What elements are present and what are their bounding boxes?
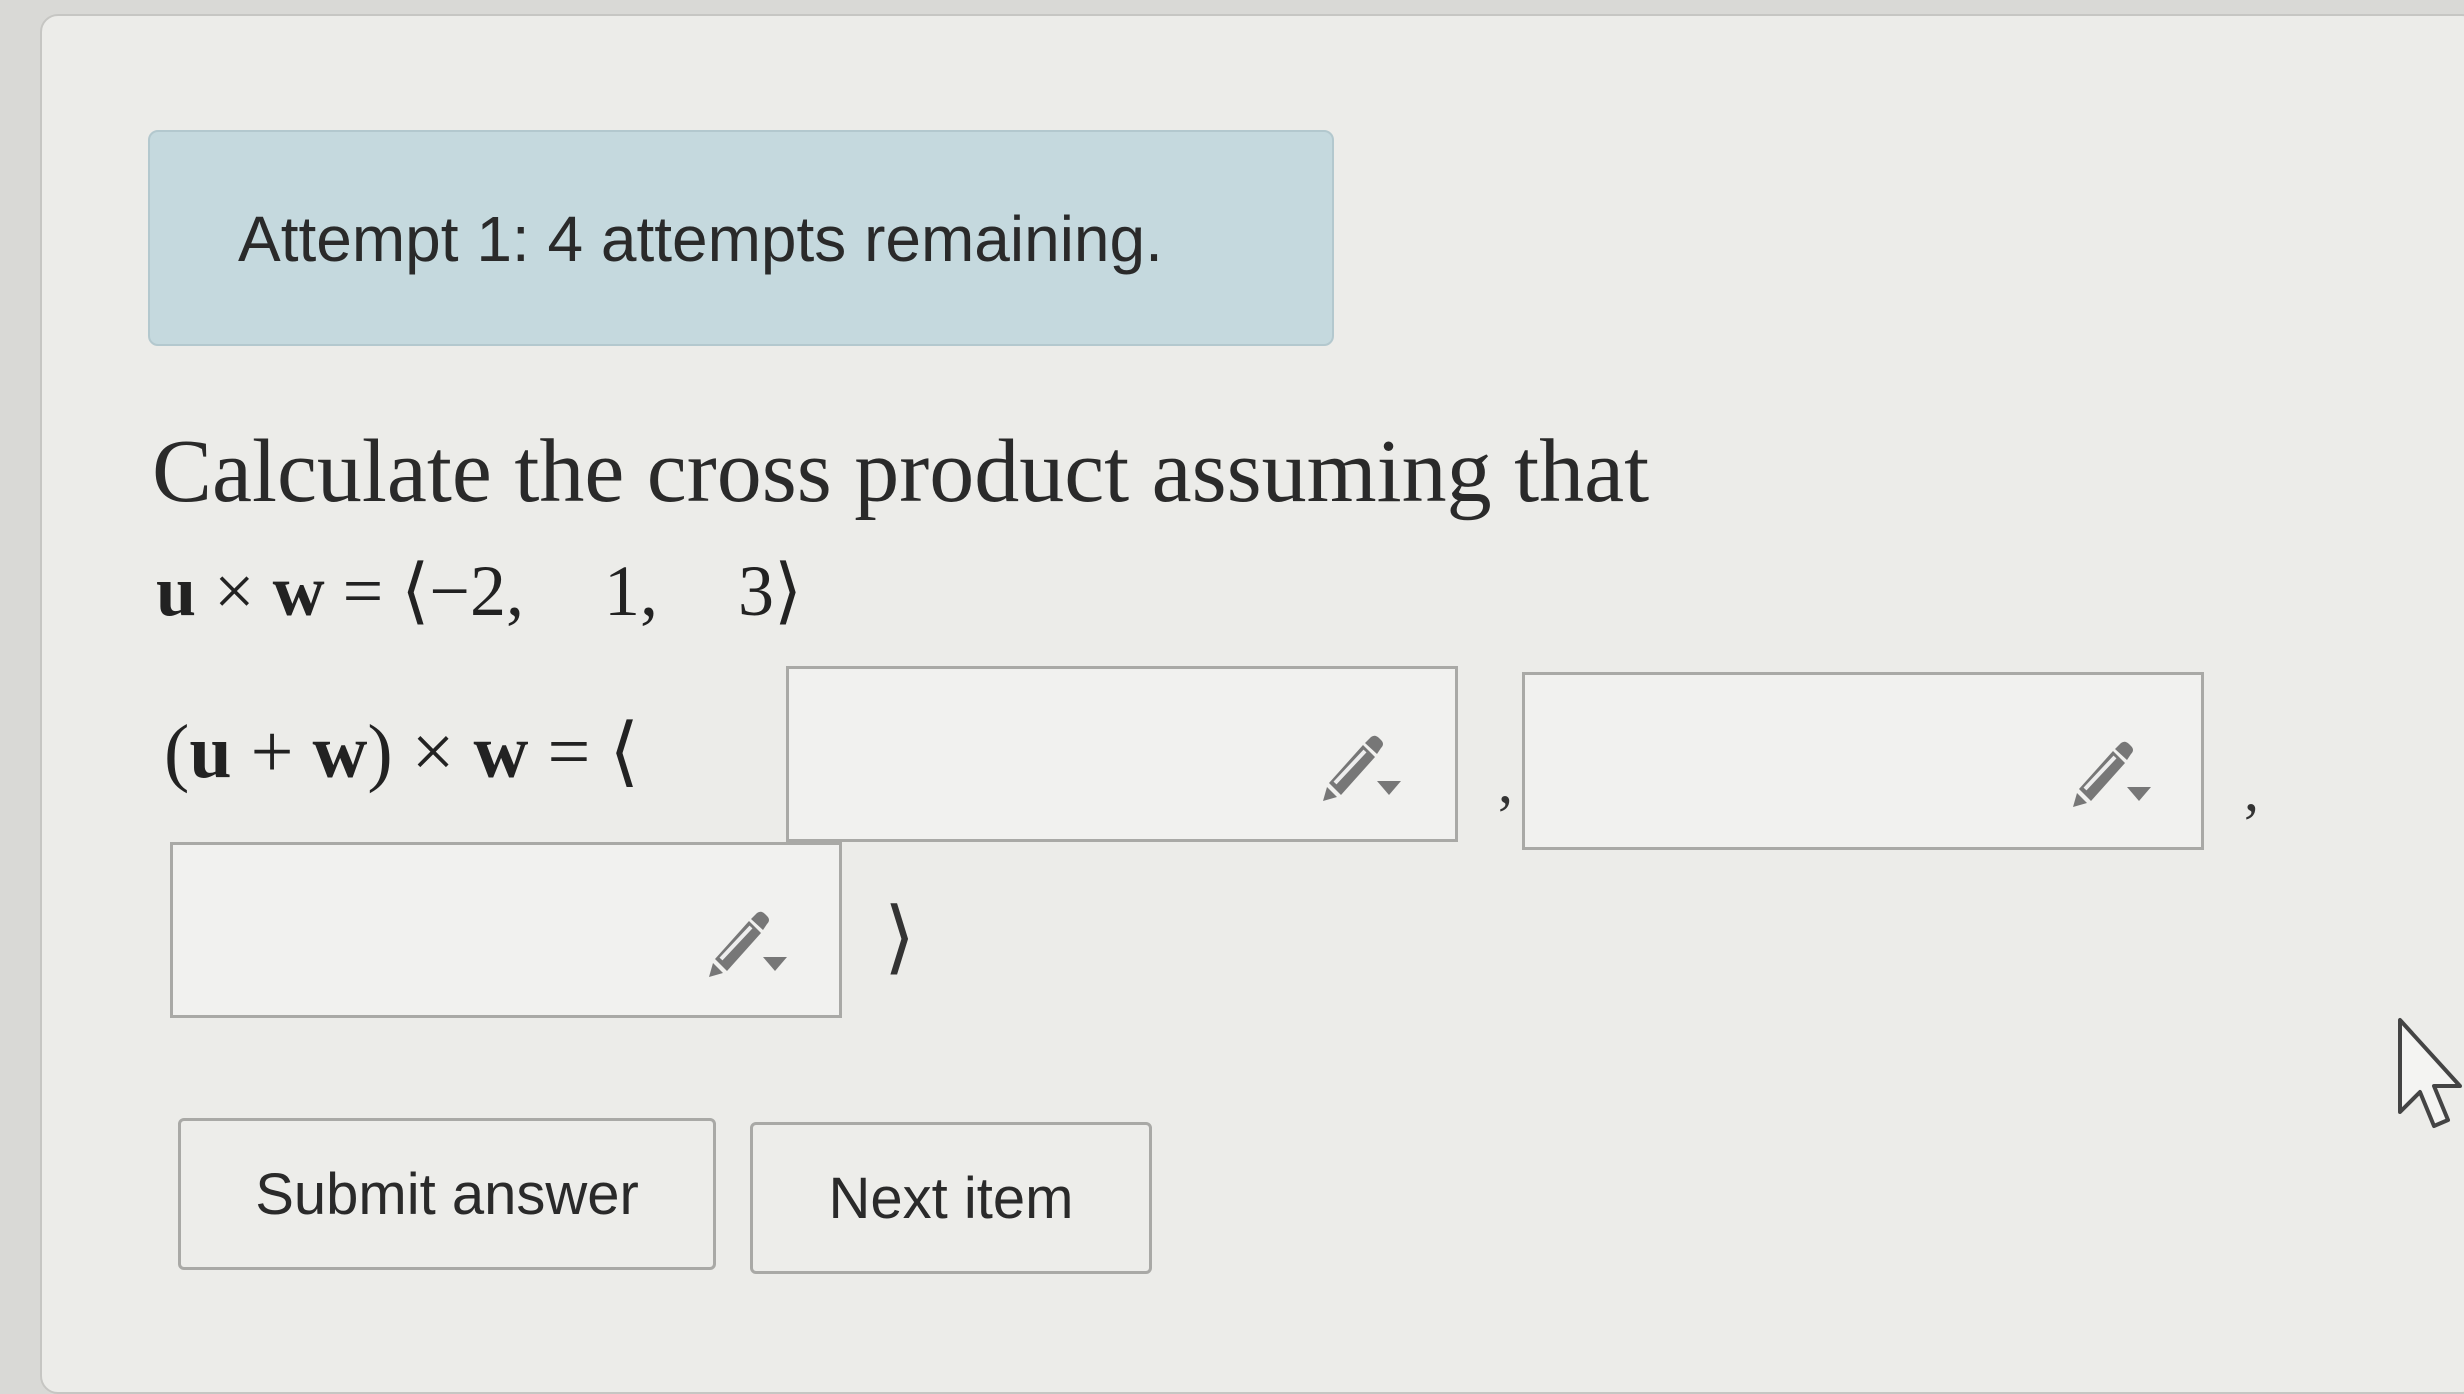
given-equation: u × w = ⟨−2, 1, 3⟩ [156, 548, 802, 633]
left-angle-bracket: ⟨ [609, 710, 639, 794]
comma-separator: , [1498, 749, 1513, 815]
attempt-banner: Attempt 1: 4 attempts remaining. [148, 130, 1334, 346]
cross-symbol: × [411, 710, 455, 794]
left-angle-bracket: ⟨ [401, 551, 430, 631]
mouse-pointer-icon [2398, 1018, 2462, 1128]
answer-input-y[interactable] [1545, 695, 2023, 817]
component-x: −2, [429, 551, 524, 631]
component-z: 3 [737, 551, 774, 631]
equals-sign: = [342, 551, 384, 631]
vector-u: u [156, 551, 197, 631]
cross-symbol: × [214, 551, 255, 631]
vector-w: w [272, 551, 325, 631]
equals-sign: = [547, 710, 591, 794]
plus-sign: + [250, 710, 294, 794]
vector-w: w [473, 710, 529, 794]
right-angle-bracket: ⟩ [773, 551, 803, 631]
pencil-dropdown-icon[interactable] [2069, 731, 2159, 811]
attempt-status-text: Attempt 1: 4 attempts remaining. [238, 203, 1163, 275]
pencil-dropdown-icon[interactable] [705, 901, 795, 981]
vector-w: w [312, 710, 368, 794]
answer-input-x[interactable] [809, 689, 1280, 811]
right-angle-bracket: ⟩ [884, 894, 916, 982]
answer-box-z[interactable] [170, 842, 842, 1018]
answer-box-x[interactable] [786, 666, 1458, 842]
question-prompt: Calculate the cross product assuming tha… [152, 422, 1650, 521]
pencil-dropdown-icon[interactable] [1319, 725, 1409, 805]
target-expression: (u + w) × w = ⟨ [164, 706, 639, 796]
open-paren: ( [164, 710, 190, 794]
vector-u: u [189, 710, 232, 794]
close-paren: ) [367, 710, 393, 794]
component-y: 1, [603, 551, 658, 631]
next-item-button[interactable]: Next item [750, 1122, 1152, 1274]
submit-answer-button[interactable]: Submit answer [178, 1118, 716, 1270]
answer-box-y[interactable] [1522, 672, 2204, 850]
comma-separator: , [2244, 757, 2259, 823]
answer-input-z[interactable] [193, 865, 664, 987]
